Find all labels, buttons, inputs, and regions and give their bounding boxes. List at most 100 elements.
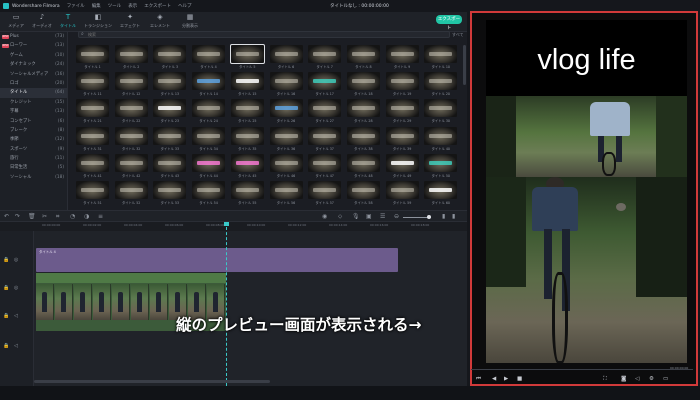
title-preset-tile[interactable]: タイトル 58: [346, 181, 380, 206]
marker-icon[interactable]: ⬦: [338, 213, 342, 221]
snapshot-icon[interactable]: ◙: [621, 376, 626, 382]
menu-help[interactable]: ヘルプ: [178, 3, 192, 9]
speaker-icon[interactable]: ◁: [14, 313, 18, 319]
title-preset-tile[interactable]: タイトル 54: [192, 181, 226, 206]
sidebar-item-sports[interactable]: スポーツ (9): [0, 145, 67, 154]
sidebar-item-season[interactable]: 季節 (12): [0, 135, 67, 144]
sidebar-item-concept[interactable]: コンセプト (6): [0, 117, 67, 126]
title-clip[interactable]: タイトル 4: [36, 248, 398, 272]
timeline-scrollbar[interactable]: [34, 380, 270, 383]
timeline-ruler[interactable]: 00:00:00:00 00:00:02:00 00:00:04:00 00:0…: [0, 222, 467, 231]
title-preset-tile[interactable]: タイトル 2: [114, 45, 148, 70]
title-preset-tile[interactable]: タイトル 12: [114, 72, 148, 97]
playhead-handle[interactable]: [224, 222, 229, 226]
crop-icon[interactable]: ⌗: [56, 213, 59, 221]
title-preset-tile[interactable]: タイトル 48: [346, 153, 380, 179]
playhead-line[interactable]: [226, 222, 227, 386]
speaker-icon[interactable]: ◁: [14, 343, 18, 349]
title-preset-tile[interactable]: タイトル 39: [385, 126, 419, 152]
title-preset-tile[interactable]: タイトル 25: [230, 99, 264, 124]
title-preset-tile[interactable]: タイトル 18: [346, 72, 380, 97]
title-preset-tile[interactable]: タイトル 16: [269, 72, 303, 97]
title-preset-tile[interactable]: タイトル 34: [192, 126, 226, 152]
tab-audio[interactable]: ♪ オーディオ: [28, 13, 56, 31]
title-preset-tile[interactable]: タイトル 56: [269, 181, 303, 206]
sidebar-item-plus[interactable]: NEW Plus (73): [0, 32, 67, 41]
sidebar-item-dynamic[interactable]: ダイナミック (24): [0, 60, 67, 69]
lock-icon[interactable]: 🔒: [3, 285, 9, 291]
title-preset-tile[interactable]: タイトル 10: [424, 45, 458, 70]
tab-elements[interactable]: ◈ エレメント: [146, 13, 174, 31]
sidebar-item-credits[interactable]: クレジット (15): [0, 98, 67, 107]
title-preset-tile[interactable]: タイトル 59: [385, 181, 419, 206]
tab-transitions[interactable]: ◧ トランジション: [84, 13, 112, 31]
title-preset-tile[interactable]: タイトル 11: [76, 72, 109, 97]
menu-tools[interactable]: ツール: [108, 3, 122, 9]
render-icon[interactable]: ◉: [322, 213, 327, 220]
title-preset-tile[interactable]: タイトル 43: [153, 153, 187, 179]
title-preset-tile[interactable]: タイトル 21: [76, 99, 109, 124]
redo-icon[interactable]: ↷: [15, 213, 20, 220]
title-preset-tile[interactable]: タイトル 9: [385, 45, 419, 70]
title-preset-tile[interactable]: タイトル 17: [308, 72, 342, 97]
sidebar-item-social-media[interactable]: ソーシャルメディア (16): [0, 70, 67, 79]
title-preset-tile[interactable]: タイトル 36: [269, 126, 303, 152]
title-preset-tile[interactable]: タイトル 60: [424, 181, 458, 206]
rewind-icon[interactable]: ⏮: [476, 376, 481, 383]
cut-icon[interactable]: ✂: [42, 213, 47, 220]
title-preset-tile[interactable]: タイトル 52: [114, 181, 148, 206]
title-preset-tile[interactable]: タイトル 7: [308, 45, 342, 70]
zoom-slider-knob[interactable]: [427, 214, 431, 219]
title-preset-tile[interactable]: タイトル 35: [230, 126, 264, 152]
settings-icon[interactable]: ⚙: [649, 376, 654, 382]
stop-icon[interactable]: ■: [517, 376, 522, 382]
sidebar-item-logo[interactable]: ロゴ (20): [0, 79, 67, 88]
title-preset-tile[interactable]: タイトル 19: [385, 72, 419, 97]
title-preset-tile[interactable]: タイトル 31: [76, 126, 109, 152]
tab-media[interactable]: ▭ メディア: [2, 13, 30, 31]
title-preset-tile[interactable]: タイトル 1: [76, 45, 109, 70]
tab-titles[interactable]: T タイトル: [54, 13, 82, 31]
menu-view[interactable]: 表示: [128, 3, 137, 9]
title-preset-tile[interactable]: タイトル 45: [230, 153, 264, 179]
sidebar-item-titles[interactable]: タイトル (64): [0, 88, 67, 98]
title-preset-tile[interactable]: タイトル 5: [229, 44, 265, 70]
title-preset-tile[interactable]: タイトル 55: [230, 181, 264, 206]
title-preset-tile[interactable]: タイトル 4: [192, 45, 226, 70]
title-preset-tile[interactable]: タイトル 28: [346, 99, 380, 124]
volume-icon[interactable]: ◁: [635, 376, 639, 382]
list-icon[interactable]: ☰: [380, 213, 385, 220]
title-preset-tile[interactable]: タイトル 22: [114, 99, 148, 124]
title-preset-tile[interactable]: タイトル 3: [153, 45, 187, 70]
title-preset-tile[interactable]: タイトル 30: [424, 99, 458, 124]
play-icon[interactable]: ▶: [504, 376, 508, 382]
voiceover-icon[interactable]: 🎙: [352, 213, 360, 220]
title-preset-tile[interactable]: タイトル 37: [308, 126, 342, 152]
title-preset-tile[interactable]: タイトル 57: [308, 181, 342, 206]
title-preset-tile[interactable]: タイトル 8: [346, 45, 380, 70]
filter-dropdown[interactable]: すべて: [452, 32, 464, 38]
title-preset-tile[interactable]: タイトル 33: [153, 126, 187, 152]
sidebar-item-subtitles[interactable]: 字幕 (13): [0, 107, 67, 116]
title-preset-tile[interactable]: タイトル 40: [424, 126, 458, 152]
title-preset-tile[interactable]: タイトル 32: [114, 126, 148, 152]
sidebar-item-social[interactable]: ソーシャル (18): [0, 173, 67, 182]
title-preset-tile[interactable]: タイトル 44: [192, 153, 226, 179]
title-preset-tile[interactable]: タイトル 24: [192, 99, 226, 124]
delete-icon[interactable]: 🗑: [28, 213, 36, 220]
tab-effects[interactable]: ✦ エフェクト: [116, 13, 144, 31]
title-preset-tile[interactable]: タイトル 27: [308, 99, 342, 124]
fullscreen-icon[interactable]: ⛶: [603, 376, 607, 383]
preview-progress-bar[interactable]: [471, 369, 693, 370]
step-back-icon[interactable]: ◀: [492, 376, 496, 382]
title-preset-tile[interactable]: タイトル 49: [385, 153, 419, 179]
sidebar-item-daily-life[interactable]: 日常生活 (5): [0, 163, 67, 172]
title-preset-tile[interactable]: タイトル 46: [269, 153, 303, 179]
lock-icon[interactable]: 🔒: [3, 343, 9, 349]
title-preset-tile[interactable]: タイトル 15: [230, 72, 264, 97]
crop-ratio-icon[interactable]: ▭: [663, 376, 668, 382]
menu-export[interactable]: エクスポート: [144, 3, 171, 9]
color-icon[interactable]: ◑: [84, 213, 89, 220]
zoom-out-icon[interactable]: ⊖: [394, 213, 399, 220]
lock-icon[interactable]: 🔒: [3, 257, 9, 263]
